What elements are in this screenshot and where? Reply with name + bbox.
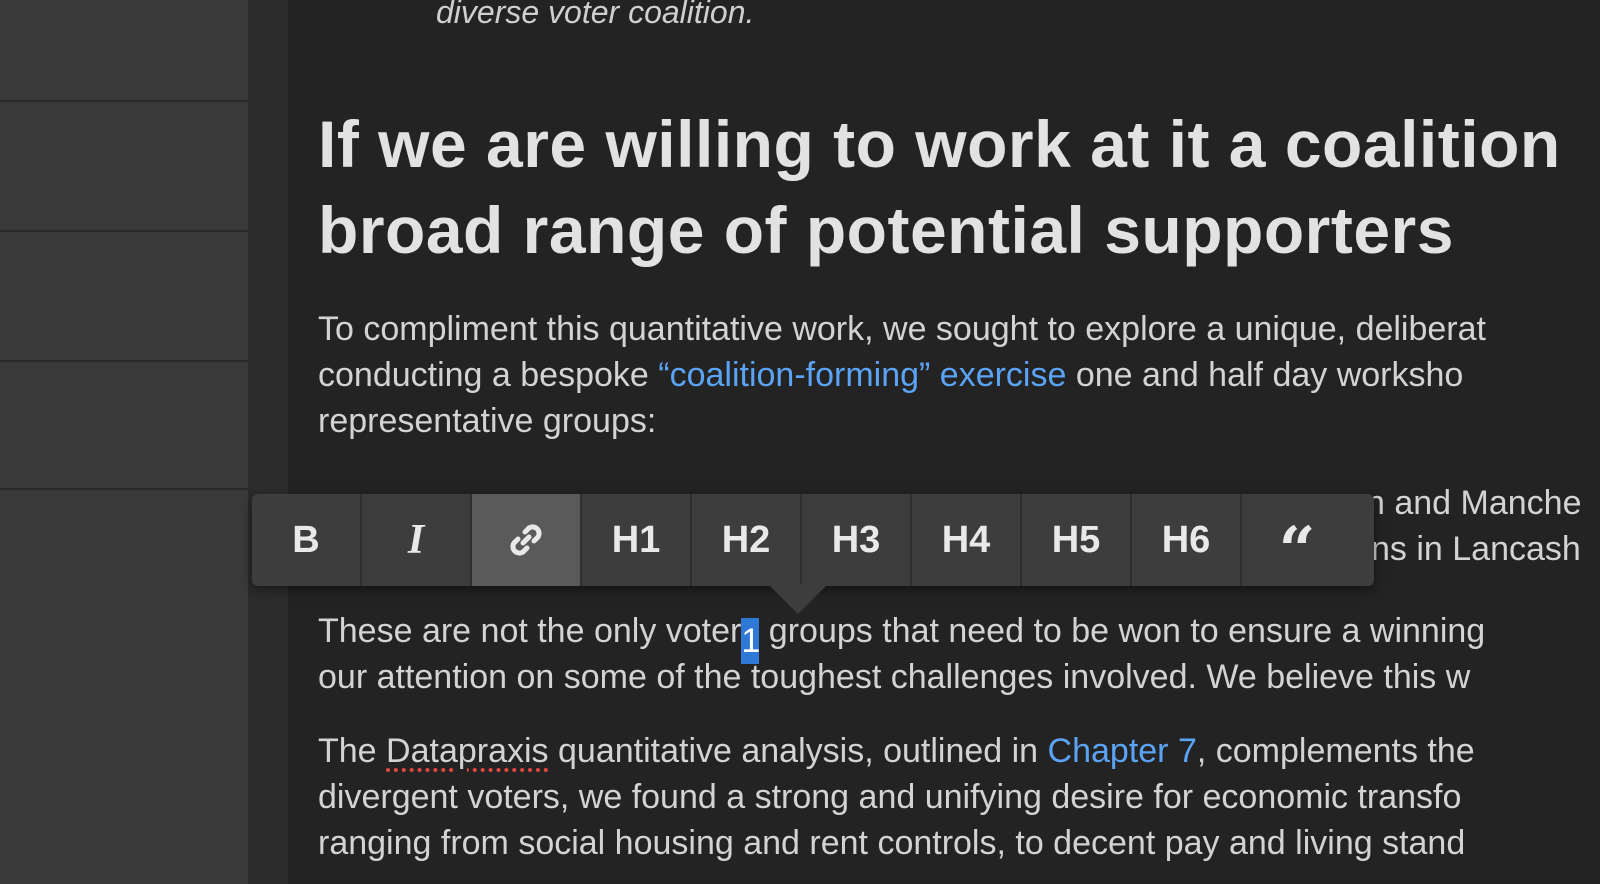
paragraph-text: These are not the only voter: [318, 612, 742, 650]
paragraph-1-line-1: To compliment this quantitative work, we…: [318, 310, 1486, 348]
link-button[interactable]: [472, 494, 582, 586]
heading-2-button[interactable]: H2: [692, 494, 802, 586]
paragraph-3-line-3: ranging from social housing and rent con…: [318, 824, 1466, 862]
sidebar-divider: [0, 360, 248, 362]
formatting-toolbar: B I H1 H2 H3 H4 H5 H6 “: [252, 494, 1374, 586]
italic-text-line: diverse voter coalition.: [436, 0, 755, 30]
bold-button[interactable]: B: [252, 494, 362, 586]
document-editor[interactable]: diverse voter coalition. If we are willi…: [288, 0, 1600, 884]
paragraph-text: conducting a bespoke: [318, 356, 659, 394]
paragraph-text: quantitative analysis, outlined in: [548, 732, 1048, 770]
heading-1-label: H1: [611, 518, 661, 561]
paragraph-2-line-1: These are not the only voter1 groups tha…: [318, 612, 1485, 664]
coalition-forming-link[interactable]: “coalition-forming” exercise: [658, 356, 1066, 394]
sidebar-divider: [0, 230, 248, 232]
heading-line-1: If we are willing to work at it a coalit…: [318, 107, 1561, 181]
paragraph-text: The: [318, 732, 387, 770]
heading-line-2: broad range of potential supporters: [318, 193, 1454, 267]
paragraph-text: one and half day worksho: [1066, 356, 1464, 394]
paragraph-2-line-2: our attention on some of the toughest ch…: [318, 658, 1471, 696]
heading-2-label: H2: [721, 518, 771, 561]
sidebar-divider: [0, 100, 248, 102]
heading-5-label: H5: [1051, 518, 1101, 561]
sidebar-divider: [0, 488, 248, 490]
bold-label: B: [292, 518, 320, 561]
list-line-1-tail: n and Manche: [1366, 484, 1582, 522]
editor-gutter: [250, 0, 288, 884]
quote-icon: “: [1278, 513, 1316, 586]
toolbar-pointer-arrow: [768, 584, 828, 614]
paragraph-1-line-3: representative groups:: [318, 402, 657, 440]
heading-4-label: H4: [941, 518, 991, 561]
paragraph-3-line-1: The Datapraxis quantitative analysis, ou…: [318, 732, 1475, 771]
heading-3-button[interactable]: H3: [802, 494, 912, 586]
paragraph-text: groups that need to be won to ensure a w…: [759, 612, 1486, 650]
italic-button[interactable]: I: [362, 494, 472, 586]
heading-3-label: H3: [831, 518, 881, 561]
paragraph-3-line-2: divergent voters, we found a strong and …: [318, 778, 1462, 816]
italic-label: I: [407, 517, 425, 563]
heading-5-button[interactable]: H5: [1022, 494, 1132, 586]
heading-6-label: H6: [1161, 518, 1211, 561]
paragraph-1-line-2: conducting a bespoke “coalition-forming”…: [318, 356, 1463, 395]
misspelled-word[interactable]: Datapraxis: [386, 732, 549, 770]
heading-6-button[interactable]: H6: [1132, 494, 1242, 586]
blockquote-button[interactable]: “: [1242, 494, 1352, 586]
list-line-2-tail: yns in Lancash: [1354, 530, 1581, 568]
heading-1-button[interactable]: H1: [582, 494, 692, 586]
heading-4-button[interactable]: H4: [912, 494, 1022, 586]
paragraph-text: , complements the: [1196, 732, 1475, 770]
sidebar: [0, 0, 250, 884]
link-icon: [510, 524, 542, 556]
chapter-7-link[interactable]: Chapter 7: [1048, 732, 1197, 770]
